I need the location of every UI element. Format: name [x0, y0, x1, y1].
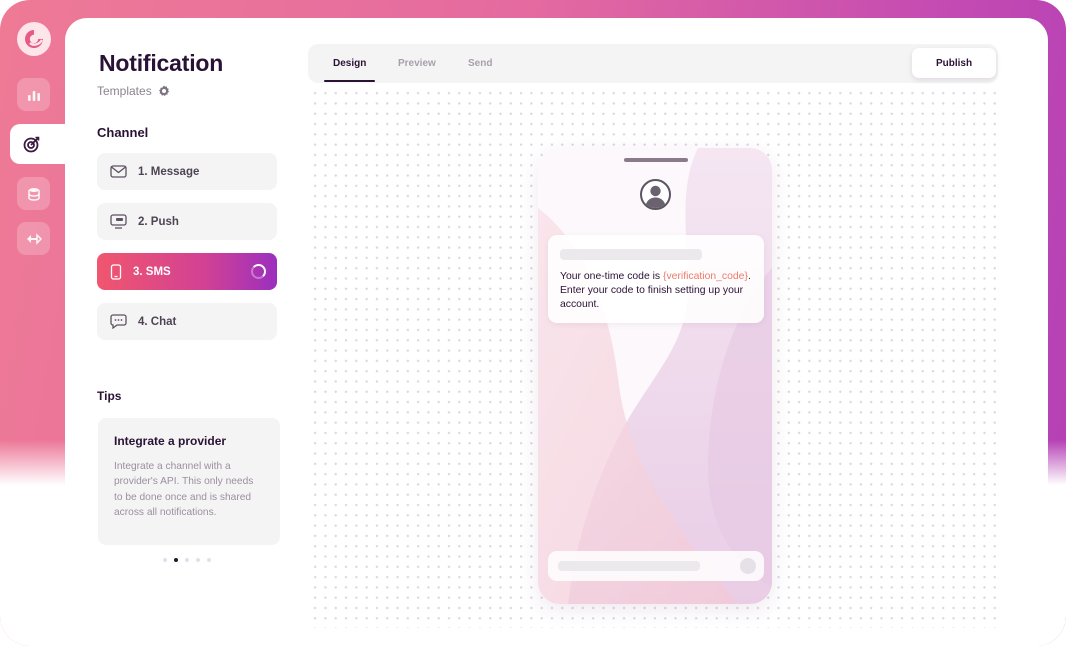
send-icon	[740, 558, 756, 574]
sender-placeholder	[560, 249, 702, 260]
templates-link[interactable]: Templates	[97, 84, 152, 98]
monitor-icon	[110, 214, 127, 229]
channel-item-chat[interactable]: 4. Chat	[97, 303, 277, 340]
channel-item-push[interactable]: 2. Push	[97, 203, 277, 240]
publish-button[interactable]: Publish	[912, 48, 996, 78]
integration-icon[interactable]	[17, 222, 50, 255]
loading-spinner-icon	[251, 264, 266, 279]
channel-item-label: 4. Chat	[138, 315, 177, 328]
tab-design[interactable]: Design	[333, 58, 366, 69]
composer-input-placeholder	[558, 561, 700, 571]
target-icon[interactable]	[10, 124, 70, 164]
pager-dot[interactable]	[207, 558, 211, 562]
tip-card: Integrate a provider Integrate a channel…	[98, 418, 280, 545]
pager-dot[interactable]	[185, 558, 189, 562]
sms-message-text[interactable]: Your one-time code is {verification_code…	[560, 270, 752, 312]
tip-title: Integrate a provider	[114, 434, 227, 448]
active-tab-indicator	[324, 80, 375, 82]
channel-item-label: 1. Message	[138, 165, 200, 178]
breadcrumb: Templates	[97, 84, 170, 98]
sms-message-bubble: Your one-time code is {verification_code…	[548, 235, 764, 323]
tab-send[interactable]: Send	[468, 58, 492, 69]
verification-code-variable[interactable]: {verification_code}	[663, 271, 748, 282]
tips-heading: Tips	[97, 389, 122, 403]
pager-dot-active[interactable]	[174, 558, 178, 562]
channel-item-message[interactable]: 1. Message	[97, 153, 277, 190]
pager-dot[interactable]	[196, 558, 200, 562]
database-icon[interactable]	[17, 177, 50, 210]
pager-dot[interactable]	[163, 558, 167, 562]
page-title: Notification	[99, 50, 224, 76]
icon-rail	[0, 0, 70, 646]
chat-bubble-icon	[110, 314, 127, 329]
channel-item-sms[interactable]: 3. SMS	[97, 253, 277, 290]
message-prefix: Your one-time code is	[560, 271, 664, 282]
phone-preview: Your one-time code is {verification_code…	[538, 148, 772, 604]
channel-item-label: 3. SMS	[133, 265, 171, 278]
gear-icon[interactable]	[158, 85, 170, 97]
logo-icon[interactable]	[17, 22, 51, 56]
phone-notch	[624, 158, 688, 162]
app-frame: Notification Templates Channel 1. Messag…	[0, 0, 1066, 646]
phone-icon	[110, 263, 122, 280]
message-composer	[548, 551, 764, 581]
channel-heading: Channel	[97, 125, 149, 140]
envelope-icon	[110, 165, 127, 178]
channel-item-label: 2. Push	[138, 215, 179, 228]
avatar-icon	[640, 179, 671, 210]
tab-preview[interactable]: Preview	[398, 58, 436, 69]
tips-pager	[163, 558, 211, 562]
tip-body: Integrate a channel with a provider's AP…	[114, 461, 254, 518]
chart-icon[interactable]	[17, 78, 50, 111]
phone-background	[538, 148, 772, 604]
